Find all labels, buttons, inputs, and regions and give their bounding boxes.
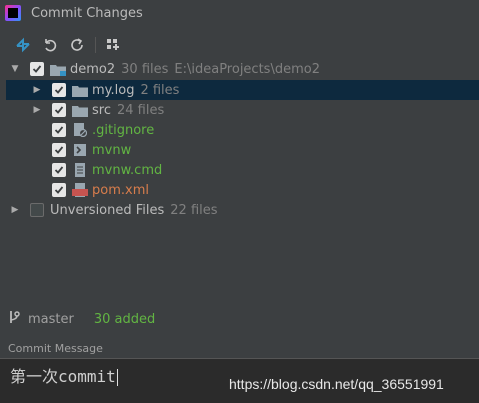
title-bar: Commit Changes: [0, 0, 479, 26]
unversioned-file-count: 22 files: [170, 202, 218, 218]
branch-icon: [8, 310, 20, 328]
tree-item-pom[interactable]: pom.xml: [6, 180, 479, 200]
branch-name[interactable]: master: [28, 312, 74, 327]
item-checkbox[interactable]: [52, 123, 66, 137]
added-count: 30 added: [93, 311, 156, 327]
tree-unversioned-row[interactable]: ▶ Unversioned Files 22 files: [6, 200, 479, 220]
tree-item-src[interactable]: ▶ src 24 files: [6, 100, 479, 120]
item-checkbox[interactable]: [52, 103, 66, 117]
expand-down-icon[interactable]: ▼: [10, 64, 20, 74]
shell-script-icon: [72, 143, 88, 157]
expand-right-icon[interactable]: ▶: [32, 105, 42, 115]
status-bar: master 30 added: [0, 308, 479, 330]
root-path: E:\ideaProjects\demo2: [174, 61, 320, 77]
expand-right-icon[interactable]: ▶: [10, 205, 20, 215]
text-file-icon: [72, 163, 88, 177]
item-checkbox[interactable]: [52, 143, 66, 157]
expand-right-icon[interactable]: ▶: [32, 85, 42, 95]
commit-message-field[interactable]: 第一次commit https://blog.csdn.net/qq_36551…: [0, 358, 479, 403]
group-by-icon[interactable]: [102, 34, 124, 56]
root-checkbox[interactable]: [30, 62, 44, 76]
xml-file-icon: [72, 183, 88, 197]
tree-item-gitignore[interactable]: .gitignore: [6, 120, 479, 140]
toolbar-separator: [95, 37, 96, 53]
folder-icon: [72, 83, 88, 97]
tree-root-row[interactable]: ▼ demo2 30 files E:\ideaProjects\demo2: [6, 59, 479, 79]
item-name: mvnw: [92, 142, 132, 158]
ignore-file-icon: [72, 123, 88, 137]
window-title: Commit Changes: [31, 5, 143, 21]
text-caret: [116, 369, 118, 386]
commit-message-text[interactable]: 第一次commit: [10, 363, 118, 387]
tree-item-mvnw[interactable]: mvnw: [6, 140, 479, 160]
item-name: src: [92, 102, 111, 118]
tree-item-mvnw-cmd[interactable]: mvnw.cmd: [6, 160, 479, 180]
item-file-count: 24 files: [116, 102, 165, 118]
item-file-count: 2 files: [140, 82, 180, 98]
item-name: my.log: [92, 82, 135, 98]
commit-message-value: 第一次commit: [10, 367, 116, 386]
unversioned-label: Unversioned Files: [50, 202, 165, 218]
refresh-icon[interactable]: [66, 34, 88, 56]
item-name: .gitignore: [92, 122, 155, 138]
commit-toolbar: [0, 33, 479, 57]
intellij-logo-icon: [5, 5, 21, 21]
root-name: demo2: [70, 61, 116, 77]
item-name: pom.xml: [92, 182, 149, 198]
commit-message-label: Commit Message: [8, 342, 103, 355]
show-diff-icon[interactable]: [12, 34, 34, 56]
item-name: mvnw.cmd: [92, 162, 163, 178]
item-checkbox[interactable]: [52, 183, 66, 197]
rollback-icon[interactable]: [39, 34, 61, 56]
root-file-count: 30 files: [121, 61, 169, 77]
watermark: https://blog.csdn.net/qq_36551991: [229, 376, 444, 392]
item-checkbox[interactable]: [52, 83, 66, 97]
item-checkbox[interactable]: [52, 163, 66, 177]
folder-icon: [72, 103, 88, 117]
changes-tree: ▼ demo2 30 files E:\ideaProjects\demo2 ▶…: [6, 59, 479, 305]
module-folder-icon: [50, 62, 66, 76]
tree-item-mylog[interactable]: ▶ my.log 2 files: [6, 80, 479, 100]
unversioned-checkbox[interactable]: [30, 203, 44, 217]
